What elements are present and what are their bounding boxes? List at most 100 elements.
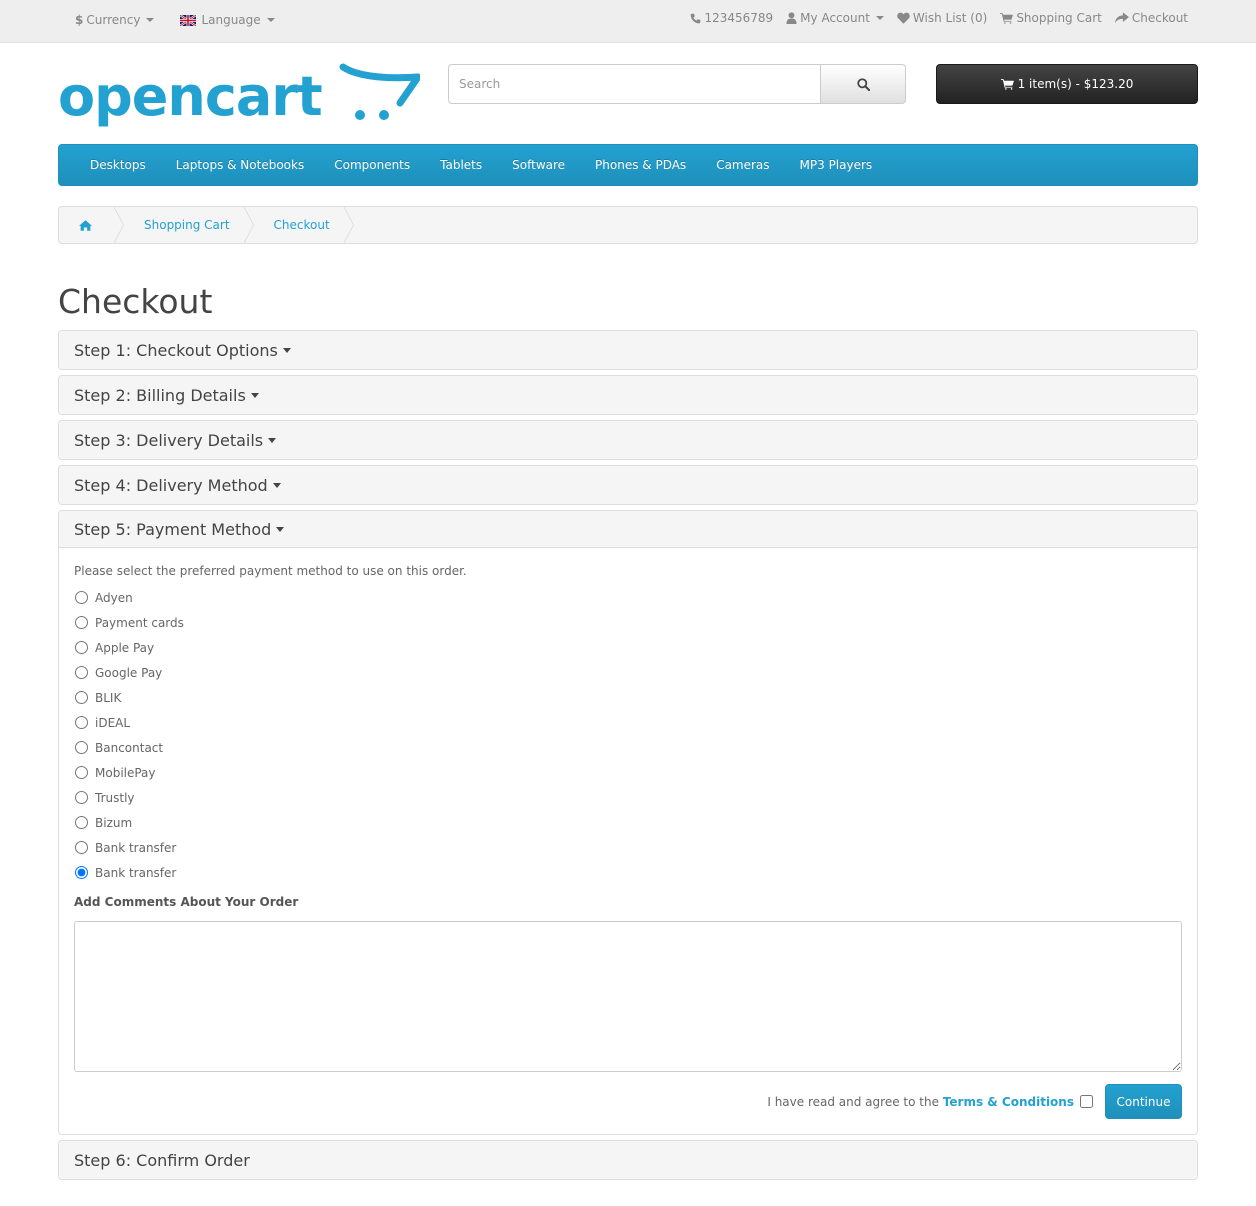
- payment-method-radio[interactable]: [75, 841, 88, 854]
- search-button[interactable]: [821, 64, 906, 104]
- heart-icon: [897, 12, 910, 24]
- payment-method-radio[interactable]: [75, 691, 88, 704]
- payment-method-option[interactable]: Bank transfer: [74, 860, 1182, 885]
- payment-method-radio[interactable]: [75, 866, 88, 879]
- payment-method-radio[interactable]: [75, 816, 88, 829]
- menu-item-components[interactable]: Components: [319, 158, 425, 172]
- chevron-down-icon: [146, 18, 155, 22]
- wish-list-label: Wish List (0): [912, 11, 988, 25]
- payment-method-radio[interactable]: [75, 766, 88, 779]
- phone-icon: [691, 13, 701, 23]
- payment-method-radio[interactable]: [75, 716, 88, 729]
- payment-method-label: Adyen: [95, 590, 133, 605]
- step-4-toggle[interactable]: Step 4: Delivery Method: [59, 466, 1197, 504]
- checkout-accordion: Step 1: Checkout Options Step 2: Billing…: [58, 330, 1198, 1185]
- language-dropdown[interactable]: Language: [180, 13, 275, 27]
- payment-method-radio[interactable]: [75, 791, 88, 804]
- payment-method-label: MobilePay: [95, 765, 156, 780]
- search-input[interactable]: [448, 64, 821, 104]
- step-5-toggle[interactable]: Step 5: Payment Method: [59, 511, 1197, 548]
- page-title: Checkout: [58, 282, 213, 321]
- caret-down-icon: [268, 437, 277, 443]
- menu-item-phones-pdas[interactable]: Phones & PDAs: [580, 158, 701, 172]
- step-5-title: Step 5: Payment Method: [74, 519, 272, 539]
- payment-method-label: Payment cards: [95, 615, 184, 630]
- payment-method-option[interactable]: BLIK: [74, 685, 1182, 710]
- terms-agree-checkbox[interactable]: [1080, 1095, 1093, 1108]
- step-4-title: Step 4: Delivery Method: [74, 475, 268, 495]
- breadcrumb-home[interactable]: [59, 206, 124, 244]
- payment-method-option[interactable]: Apple Pay: [74, 635, 1182, 660]
- payment-method-option[interactable]: Bizum: [74, 810, 1182, 835]
- step-2-toggle[interactable]: Step 2: Billing Details: [59, 376, 1197, 414]
- payment-intro-text: Please select the preferred payment meth…: [74, 564, 467, 578]
- continue-button[interactable]: Continue: [1105, 1084, 1182, 1119]
- payment-method-option[interactable]: Google Pay: [74, 660, 1182, 685]
- shopping-cart-label: Shopping Cart: [1016, 11, 1102, 25]
- caret-down-icon: [250, 392, 259, 398]
- menu-item-tablets[interactable]: Tablets: [425, 158, 497, 172]
- currency-dropdown[interactable]: $ Currency: [75, 13, 155, 27]
- wish-list-link[interactable]: Wish List (0): [897, 11, 987, 25]
- chevron-down-icon: [875, 16, 884, 20]
- search-icon: [856, 77, 870, 91]
- currency-label: Currency: [86, 13, 141, 27]
- menu-item-cameras[interactable]: Cameras: [701, 158, 784, 172]
- step-3-toggle[interactable]: Step 3: Delivery Details: [59, 421, 1197, 459]
- payment-method-label: Bancontact: [95, 740, 164, 755]
- caret-down-icon: [276, 526, 285, 532]
- payment-method-label: Google Pay: [95, 665, 163, 680]
- chevron-down-icon: [266, 18, 275, 22]
- menu-item-desktops[interactable]: Desktops: [75, 158, 161, 172]
- cart-icon: [1000, 79, 1014, 90]
- payment-method-label: Bank transfer: [95, 865, 177, 880]
- payment-method-option[interactable]: Trustly: [74, 785, 1182, 810]
- step-panel-billing-details: Step 2: Billing Details: [58, 375, 1198, 415]
- step-1-title: Step 1: Checkout Options: [74, 340, 278, 360]
- payment-method-option[interactable]: Adyen: [74, 585, 1182, 610]
- step-6-toggle[interactable]: Step 6: Confirm Order: [59, 1141, 1197, 1179]
- breadcrumb-shopping-cart[interactable]: Shopping Cart: [124, 206, 254, 244]
- step-panel-delivery-method: Step 4: Delivery Method: [58, 465, 1198, 505]
- uk-flag-icon: [180, 14, 197, 26]
- menu-item-laptops-notebooks[interactable]: Laptops & Notebooks: [161, 158, 319, 172]
- payment-method-option[interactable]: MobilePay: [74, 760, 1182, 785]
- breadcrumb: Shopping Cart Checkout: [58, 206, 1198, 244]
- cart-icon: [1000, 13, 1014, 24]
- payment-method-label: Trustly: [95, 790, 135, 805]
- step-panel-checkout-options: Step 1: Checkout Options: [58, 330, 1198, 370]
- cart-summary-text: 1 item(s) - $123.20: [1017, 77, 1134, 91]
- payment-method-radio[interactable]: [75, 741, 88, 754]
- main-menu: Desktops Laptops & Notebooks Components …: [58, 144, 1198, 186]
- comments-textarea[interactable]: [74, 921, 1182, 1072]
- payment-method-label: Bizum: [95, 815, 133, 830]
- payment-method-option[interactable]: Bancontact: [74, 735, 1182, 760]
- step-panel-delivery-details: Step 3: Delivery Details: [58, 420, 1198, 460]
- user-icon: [786, 12, 797, 24]
- payment-method-radio[interactable]: [75, 616, 88, 629]
- payment-method-option[interactable]: iDEAL: [74, 710, 1182, 735]
- logo-graphic: opencart: [58, 63, 422, 128]
- payment-method-radio[interactable]: [75, 591, 88, 604]
- payment-method-label: Apple Pay: [95, 640, 155, 655]
- menu-item-software[interactable]: Software: [497, 158, 580, 172]
- step-1-toggle[interactable]: Step 1: Checkout Options: [59, 331, 1197, 369]
- phone-link[interactable]: 123456789: [690, 11, 773, 25]
- payment-method-radio[interactable]: [75, 666, 88, 679]
- agree-prefix: I have read and agree to the: [767, 1094, 939, 1109]
- payment-method-option[interactable]: Bank transfer: [74, 835, 1182, 860]
- top-bar: $ Currency Language 123456789 My Account…: [0, 0, 1256, 43]
- breadcrumb-checkout[interactable]: Checkout: [254, 206, 354, 244]
- shopping-cart-link[interactable]: Shopping Cart: [1000, 11, 1102, 25]
- menu-item-mp3-players[interactable]: MP3 Players: [785, 158, 888, 172]
- terms-conditions-link[interactable]: Terms & Conditions: [943, 1095, 1074, 1109]
- cart-summary-button[interactable]: 1 item(s) - $123.20: [936, 64, 1198, 104]
- payment-method-radio[interactable]: [75, 641, 88, 654]
- payment-method-option[interactable]: Payment cards: [74, 610, 1182, 635]
- comments-label: Add Comments About Your Order: [74, 895, 299, 909]
- my-account-dropdown[interactable]: My Account: [786, 11, 884, 25]
- opencart-logo[interactable]: opencart: [58, 63, 422, 135]
- checkout-link[interactable]: Checkout: [1114, 11, 1188, 25]
- agree-text: I have read and agree to the Terms & Con…: [767, 1095, 1074, 1109]
- step-panel-payment-method: Step 5: Payment Method Please select the…: [58, 510, 1198, 1135]
